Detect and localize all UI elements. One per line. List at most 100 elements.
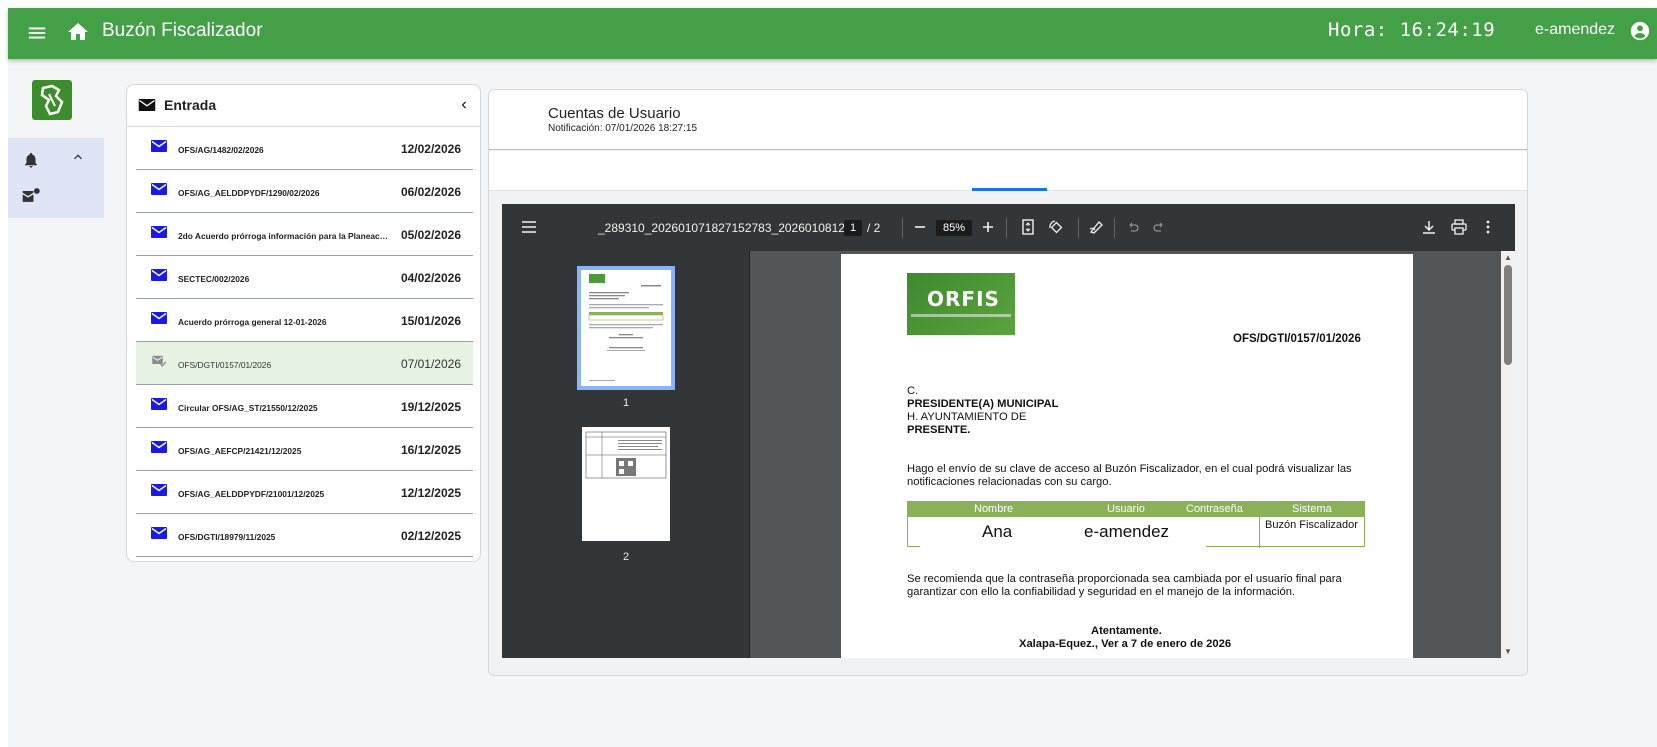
body-paragraph-1: Hago el envío de su clave de acceso al B… bbox=[907, 463, 1352, 488]
pdf-page: ORFIS OFS/DGTI/0157/01/2026 C. PRESIDENT… bbox=[841, 254, 1413, 658]
username-label: e-amendez bbox=[1535, 21, 1616, 38]
list-item[interactable]: 2do Acuerdo prórroga información para la… bbox=[136, 213, 473, 256]
menu-icon[interactable] bbox=[522, 221, 536, 233]
message-subject: OFS/AG_AELDDPYDF/1290/02/2026 bbox=[178, 188, 320, 198]
toolbar-divider bbox=[1078, 218, 1079, 238]
thumbnail-label-1: 1 bbox=[623, 397, 630, 409]
rotate-icon[interactable] bbox=[1047, 219, 1063, 235]
mail-unread-icon bbox=[151, 312, 167, 324]
top-bar: Buzón Fiscalizador Hora: 16:24:19 e-amen… bbox=[8, 8, 1657, 59]
tab-attachment-active-indicator[interactable] bbox=[972, 188, 1047, 191]
fit-page-icon[interactable] bbox=[1022, 219, 1034, 235]
message-subject: OFS/DGTI/0157/01/2026 bbox=[178, 360, 272, 370]
message-detail-panel: Cuentas de Usuario Notificación: 07/01/2… bbox=[488, 89, 1528, 676]
place-date-line: Xalapa-Equez., Ver a 7 de enero de 2026 bbox=[1019, 638, 1232, 650]
toolbar-divider bbox=[1006, 218, 1007, 238]
redo-icon[interactable] bbox=[1153, 221, 1165, 233]
list-item[interactable]: Acuerdo prórroga general 12-01-2026 15/01… bbox=[136, 299, 473, 342]
chevron-left-icon[interactable] bbox=[457, 97, 471, 113]
presente-line: PRESENTE. bbox=[907, 424, 971, 436]
scrollbar-thumb[interactable] bbox=[1504, 265, 1512, 365]
salutation-c: C. bbox=[907, 385, 919, 397]
download-icon[interactable] bbox=[1422, 220, 1436, 234]
detail-header: Cuentas de Usuario Notificación: 07/01/2… bbox=[489, 90, 1527, 150]
message-date: 07/01/2026 bbox=[400, 357, 461, 371]
page-total: / 2 bbox=[867, 221, 881, 235]
account-circle-icon[interactable] bbox=[1629, 20, 1651, 42]
message-date: 15/01/2026 bbox=[400, 314, 461, 328]
mail-unread-icon bbox=[151, 484, 167, 496]
mail-unread-icon bbox=[151, 441, 167, 453]
scroll-up-arrow-icon[interactable]: ▲ bbox=[1504, 253, 1512, 262]
more-vert-icon[interactable] bbox=[1485, 220, 1491, 234]
print-icon[interactable] bbox=[1451, 219, 1467, 235]
message-subject: 2do Acuerdo prórroga información para la… bbox=[178, 231, 390, 241]
zoom-level-input[interactable]: 85% bbox=[936, 220, 972, 236]
mail-icon bbox=[138, 99, 156, 111]
credentials-table-header: Nombre Usuario Contraseña Sistema bbox=[908, 502, 1364, 517]
detail-title: Cuentas de Usuario bbox=[548, 105, 681, 122]
scroll-down-arrow-icon[interactable]: ▼ bbox=[1504, 647, 1512, 656]
message-date: 12/02/2026 bbox=[400, 142, 461, 156]
pdf-viewer: _289310_202601071827152783_2026010812...… bbox=[502, 204, 1515, 658]
page-thumbnail-2[interactable] bbox=[582, 427, 670, 541]
zoom-in-icon[interactable] bbox=[982, 221, 994, 233]
clock-display: Hora: 16:24:19 bbox=[1328, 19, 1496, 41]
message-date: 16/12/2025 bbox=[400, 443, 461, 457]
zoom-out-icon[interactable] bbox=[914, 221, 926, 233]
message-subject: Acuerdo prórroga general 12-01-2026 bbox=[178, 317, 327, 327]
list-item[interactable]: OFS/AG_AELDDPYDF/1290/02/2026 06/02/2026 bbox=[136, 170, 473, 213]
list-item[interactable]: SECTEC/002/2026 04/02/2026 bbox=[136, 256, 473, 299]
recipient-title: PRESIDENTE(A) MUNICIPAL bbox=[907, 398, 1059, 410]
list-item[interactable]: OFS/AG_AELDDPYDF/21001/12/2025 12/12/2025 bbox=[136, 471, 473, 514]
menu-icon[interactable] bbox=[26, 22, 48, 44]
list-item[interactable]: OFS/DGTI/0157/01/2026 07/01/2026 bbox=[136, 342, 473, 385]
message-subject: OFS/DGTI/18979/11/2025 bbox=[178, 532, 276, 542]
attachment-tabs bbox=[489, 151, 1527, 191]
toolbar-divider bbox=[902, 218, 903, 238]
message-subject: OFS/AG_AELDDPYDF/21001/12/2025 bbox=[178, 489, 325, 499]
mail-unread-icon bbox=[151, 226, 167, 238]
col-header-usuario: Usuario bbox=[1107, 503, 1145, 515]
bell-icon[interactable] bbox=[22, 150, 40, 170]
annotate-pen-icon[interactable] bbox=[1089, 219, 1105, 235]
cell-usuario: e-amendez bbox=[1084, 522, 1170, 541]
mail-badge-icon[interactable] bbox=[21, 187, 41, 205]
toolbar-divider bbox=[1114, 218, 1115, 238]
inbox-panel: Entrada OFS/AG/1482/02/2026 12/02/2026 OFS… bbox=[126, 84, 481, 562]
chevron-up-icon[interactable] bbox=[70, 149, 86, 165]
list-item[interactable]: OFS/AG_AEFCP/21421/12/2025 16/12/2025 bbox=[136, 428, 473, 471]
page-thumbnail-1[interactable] bbox=[577, 266, 675, 390]
inbox-title: Entrada bbox=[164, 97, 217, 113]
orfis-logo-icon[interactable] bbox=[32, 80, 72, 120]
pdf-toolbar: _289310_202601071827152783_2026010812...… bbox=[502, 204, 1515, 251]
detail-timestamp: Notificación: 07/01/2026 18:27:15 bbox=[548, 123, 697, 134]
cell-sistema: Buzón Fiscalizador bbox=[1259, 517, 1366, 548]
letterhead-logo-text: ORFIS bbox=[927, 287, 1000, 311]
thumbnail-sidebar: 1 2 bbox=[502, 251, 750, 658]
message-date: 06/02/2026 bbox=[400, 185, 461, 199]
mail-unread-icon bbox=[151, 398, 167, 410]
message-date: 04/02/2026 bbox=[400, 271, 461, 285]
pdf-scrollbar[interactable]: ▲ ▼ bbox=[1501, 251, 1515, 658]
recipient-ayuntamiento: H. AYUNTAMIENTO DE bbox=[907, 411, 1027, 423]
message-date: 02/12/2025 bbox=[400, 529, 461, 543]
col-header-sistema: Sistema bbox=[1292, 503, 1332, 515]
app-frame: Buzón Fiscalizador Hora: 16:24:19 e-amen… bbox=[8, 8, 1657, 747]
undo-icon[interactable] bbox=[1127, 221, 1139, 233]
body-paragraph-2: Se recomienda que la contraseña proporci… bbox=[907, 573, 1342, 598]
list-item[interactable]: OFS/AG/1482/02/2026 12/02/2026 bbox=[136, 127, 473, 170]
mail-unread-icon bbox=[151, 183, 167, 195]
col-header-contrasena: Contraseña bbox=[1186, 503, 1243, 515]
message-date: 19/12/2025 bbox=[400, 400, 461, 414]
list-item[interactable]: Circular OFS/AG_ST/21550/12/2025 19/12/20… bbox=[136, 385, 473, 428]
message-subject: SECTEC/002/2026 bbox=[178, 274, 250, 284]
message-subject: Circular OFS/AG_ST/21550/12/2025 bbox=[178, 403, 318, 413]
document-reference: OFS/DGTI/0157/01/2026 bbox=[1233, 333, 1361, 345]
page-number-input[interactable]: 1 bbox=[844, 220, 862, 236]
message-subject: OFS/AG/1482/02/2026 bbox=[178, 145, 264, 155]
home-icon[interactable] bbox=[66, 20, 90, 44]
pdf-page-area[interactable]: ORFIS OFS/DGTI/0157/01/2026 C. PRESIDENT… bbox=[751, 251, 1501, 658]
list-item[interactable]: OFS/DGTI/18979/11/2025 02/12/2025 bbox=[136, 514, 473, 557]
inbox-header: Entrada bbox=[127, 85, 480, 127]
